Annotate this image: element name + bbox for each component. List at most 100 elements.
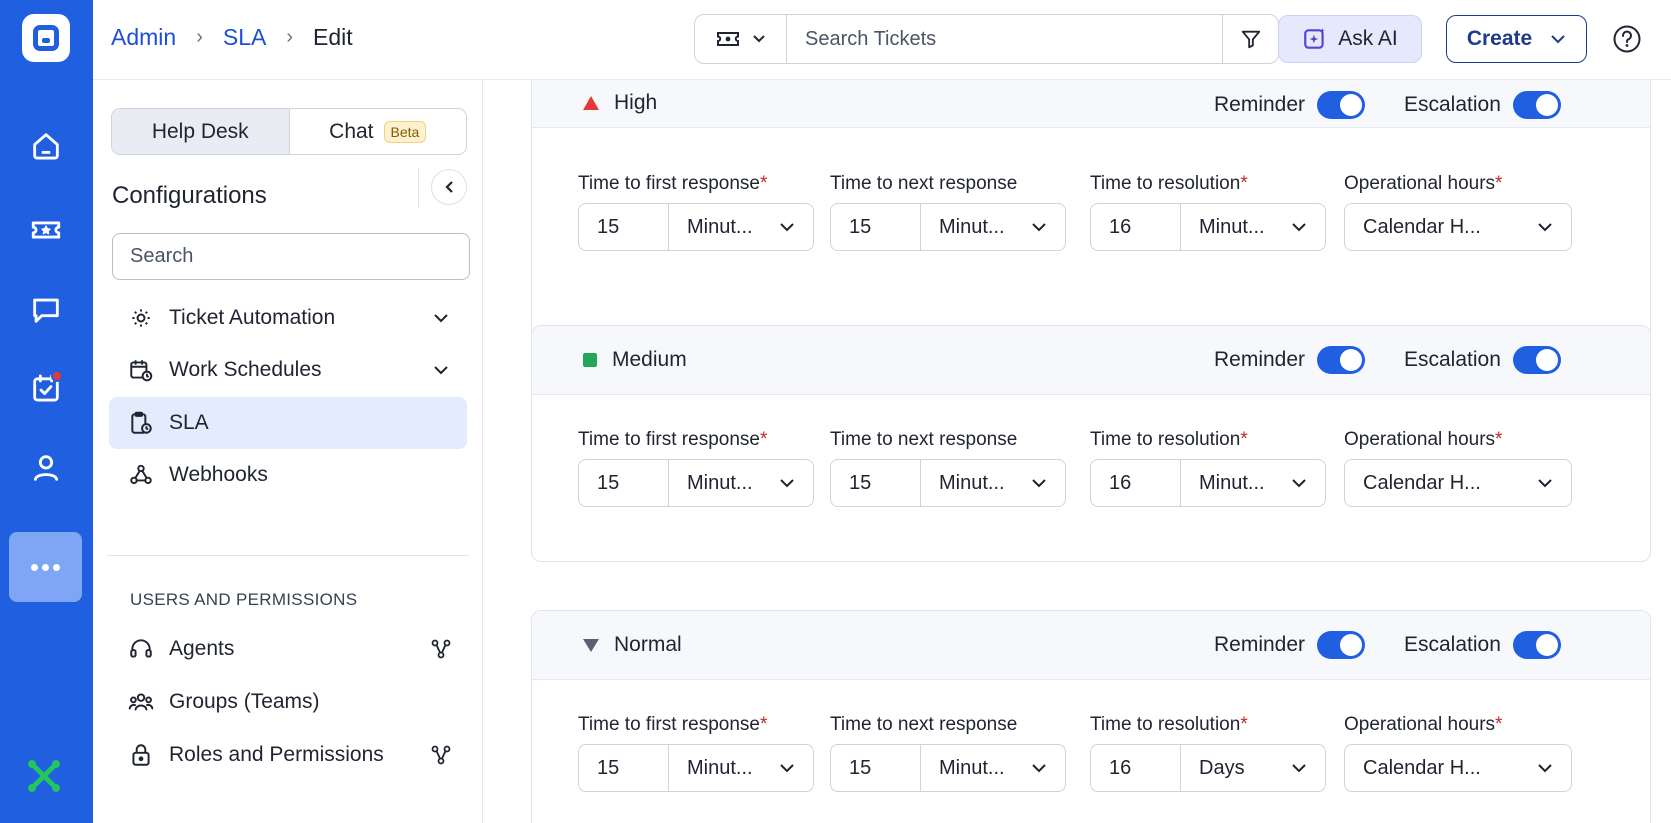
time-value-input[interactable]: 15 xyxy=(831,460,921,506)
field-label: Time to next response xyxy=(830,173,1018,194)
tab-help-desk[interactable]: Help Desk xyxy=(112,109,290,154)
chevron-down-icon xyxy=(1032,223,1046,232)
reminder-toggle[interactable] xyxy=(1317,91,1366,119)
field-label: Time to next response xyxy=(830,714,1018,735)
nav-agents[interactable]: Agents xyxy=(109,623,467,675)
breadcrumb-sla-link[interactable]: SLA xyxy=(223,24,266,51)
tab-chat[interactable]: Chat Beta xyxy=(290,109,467,154)
priority-header: High Reminder Escalation xyxy=(532,80,1650,128)
time-unit-select[interactable]: Minut... xyxy=(669,745,813,791)
reminder-toggle[interactable] xyxy=(1317,346,1366,374)
operational-hours-field: Operational hours* Calendar H... xyxy=(1344,173,1572,251)
calendar-clock-icon xyxy=(127,356,155,384)
select-value: Calendar H... xyxy=(1363,471,1481,494)
escalation-toggle[interactable] xyxy=(1512,91,1561,119)
nav-label: Groups (Teams) xyxy=(169,690,320,713)
next-response-field: Time to next response 15 Minut... xyxy=(830,429,1066,507)
help-icon[interactable] xyxy=(1612,24,1642,54)
escalation-toggle[interactable] xyxy=(1512,346,1561,374)
create-button[interactable]: Create xyxy=(1446,15,1587,63)
time-unit-select[interactable]: Minut... xyxy=(921,204,1065,250)
ask-ai-button[interactable]: Ask AI xyxy=(1278,15,1422,63)
time-unit-select[interactable]: Minut... xyxy=(1181,204,1325,250)
chat-icon[interactable] xyxy=(26,290,66,330)
nav-label: Roles and Permissions xyxy=(169,743,384,766)
time-value-input[interactable]: 16 xyxy=(1091,745,1181,791)
nav-work-schedules[interactable]: Work Schedules xyxy=(109,344,467,396)
unit-label: Minut... xyxy=(939,471,1005,494)
escalation-toggle[interactable] xyxy=(1512,631,1561,659)
app-rail xyxy=(0,0,93,823)
field-label: Operational hours xyxy=(1344,714,1496,735)
time-unit-select[interactable]: Minut... xyxy=(669,204,813,250)
chevron-down-icon xyxy=(752,35,765,43)
time-value-input[interactable]: 15 xyxy=(579,460,669,506)
operational-hours-select[interactable]: Calendar H... xyxy=(1344,744,1572,792)
priority-name: High xyxy=(614,91,658,114)
unit-label: Minut... xyxy=(687,471,753,494)
tickets-icon[interactable] xyxy=(26,210,66,250)
time-unit-select[interactable]: Minut... xyxy=(921,460,1065,506)
nav-groups[interactable]: Groups (Teams) xyxy=(109,676,467,728)
gear-cycle-icon xyxy=(127,304,155,332)
nav-webhooks[interactable]: Webhooks xyxy=(109,449,467,501)
time-value-input[interactable]: 15 xyxy=(831,204,921,250)
first-response-input: 15 Minut... xyxy=(578,203,814,251)
ticket-type-dropdown[interactable] xyxy=(695,15,787,63)
filter-button[interactable] xyxy=(1222,15,1278,63)
app-logo-icon[interactable] xyxy=(22,14,70,62)
breadcrumb-admin-link[interactable]: Admin xyxy=(111,24,176,51)
clipboard-clock-icon xyxy=(127,409,155,437)
unit-label: Minut... xyxy=(939,215,1005,238)
hierarchy-icon xyxy=(431,745,451,765)
unit-label: Minut... xyxy=(939,756,1005,779)
config-search-input[interactable]: Search xyxy=(112,233,470,280)
chevron-left-icon xyxy=(445,181,453,193)
escalation-label: Escalation xyxy=(1404,93,1501,116)
nav-label: Ticket Automation xyxy=(169,306,336,329)
nav-sla[interactable]: SLA xyxy=(109,397,467,449)
time-unit-select[interactable]: Minut... xyxy=(669,460,813,506)
time-unit-select[interactable]: Minut... xyxy=(921,745,1065,791)
more-apps-button[interactable] xyxy=(9,532,82,602)
time-value-input[interactable]: 16 xyxy=(1091,460,1181,506)
time-value-input[interactable]: 15 xyxy=(579,745,669,791)
first-response-field: Time to first response* 15 Minut... xyxy=(578,429,814,507)
contacts-icon[interactable] xyxy=(26,448,66,488)
operational-hours-select[interactable]: Calendar H... xyxy=(1344,459,1572,507)
priority-name: Normal xyxy=(614,633,682,656)
chevron-down-icon xyxy=(1292,223,1306,232)
lock-icon xyxy=(127,741,155,769)
time-unit-select[interactable]: Days xyxy=(1181,745,1325,791)
reminder-toggle[interactable] xyxy=(1317,631,1366,659)
first-response-input: 15 Minut... xyxy=(578,744,814,792)
time-value-input[interactable]: 15 xyxy=(831,745,921,791)
resolution-field: Time to resolution* 16 Days xyxy=(1090,714,1326,792)
unit-label: Days xyxy=(1199,756,1245,779)
operational-hours-select[interactable]: Calendar H... xyxy=(1344,203,1572,251)
nav-roles-permissions[interactable]: Roles and Permissions xyxy=(109,729,467,781)
chevron-down-icon xyxy=(1538,764,1552,773)
first-response-field: Time to first response* 15 Minut... xyxy=(578,173,814,251)
chevron-down-icon xyxy=(1551,35,1565,44)
search-input[interactable]: Search Tickets xyxy=(805,28,936,51)
tasks-icon[interactable] xyxy=(26,368,66,408)
time-value-input[interactable]: 15 xyxy=(579,204,669,250)
collapse-panel-button[interactable] xyxy=(431,169,467,205)
resolution-input: 16 Minut... xyxy=(1090,203,1326,251)
required-mark: * xyxy=(759,714,768,735)
ticket-icon xyxy=(716,32,739,46)
field-label: Time to first response xyxy=(578,173,760,194)
nav-label: Webhooks xyxy=(169,463,268,486)
home-icon[interactable] xyxy=(26,126,66,166)
nav-ticket-automation[interactable]: Ticket Automation xyxy=(109,292,467,344)
priority-card-normal: Normal Reminder Escalation Time to first… xyxy=(531,610,1651,823)
field-label: Time to first response xyxy=(578,714,760,735)
next-response-input: 15 Minut... xyxy=(830,459,1066,507)
section-users-permissions: USERS AND PERMISSIONS xyxy=(130,590,358,609)
chevron-down-icon xyxy=(1292,479,1306,488)
field-label: Operational hours xyxy=(1344,429,1496,450)
chevron-down-icon xyxy=(434,366,448,375)
time-unit-select[interactable]: Minut... xyxy=(1181,460,1325,506)
time-value-input[interactable]: 16 xyxy=(1091,204,1181,250)
